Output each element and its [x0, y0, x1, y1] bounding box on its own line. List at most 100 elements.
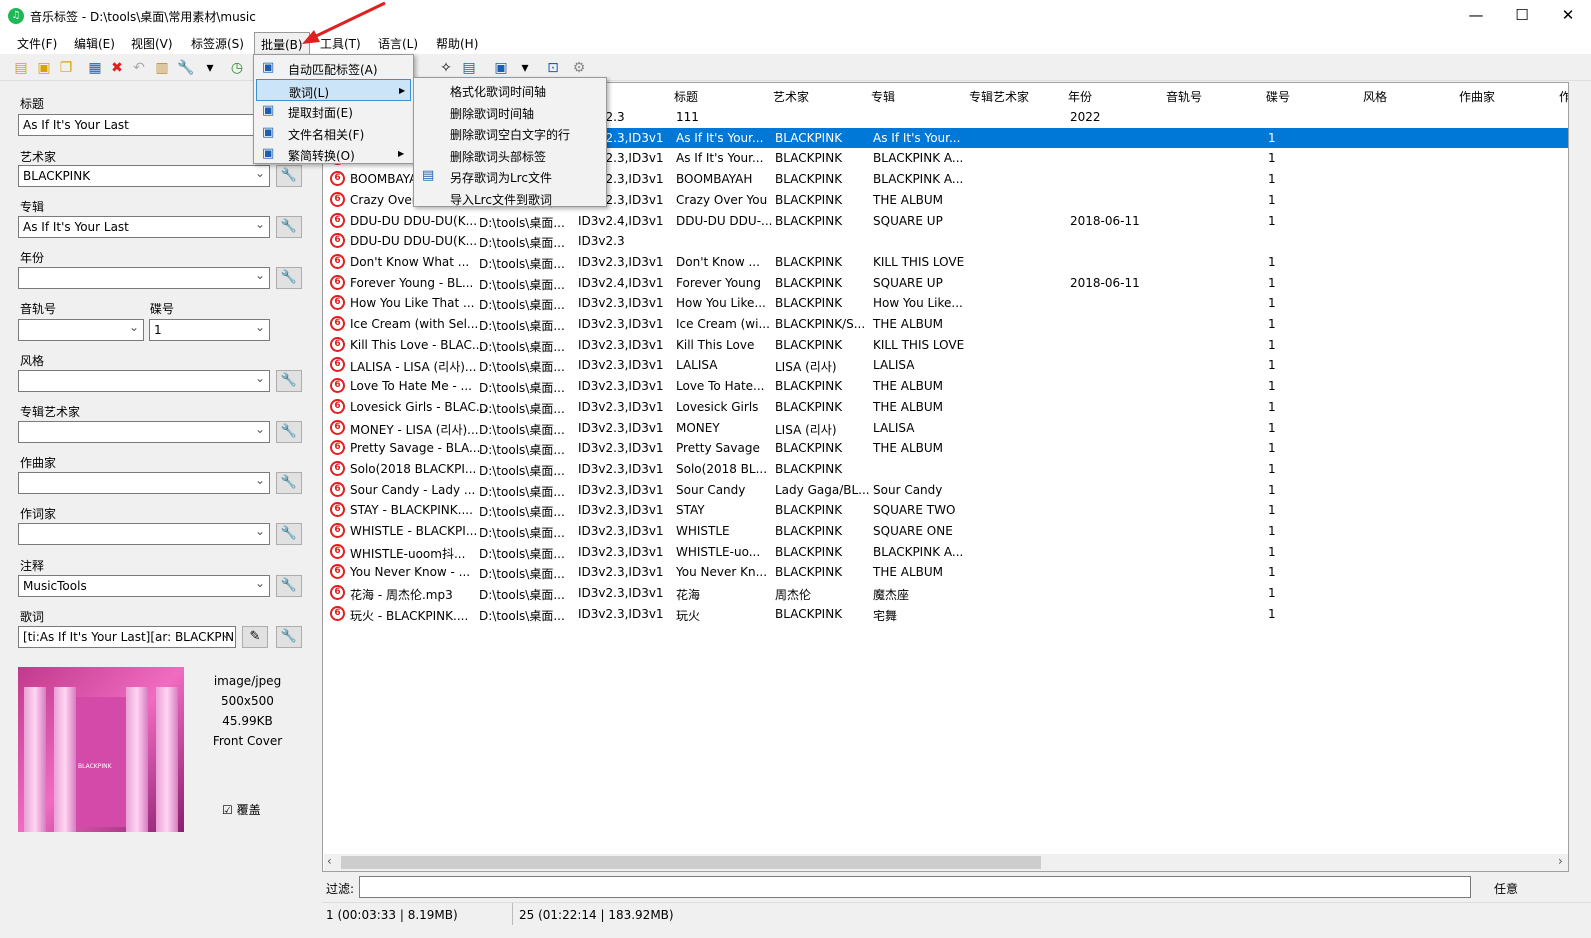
lyrics-submenu-item[interactable]: 删除歌词时间轴: [416, 101, 604, 123]
column-header[interactable]: 风格: [1363, 88, 1387, 105]
table-row[interactable]: 6 Solo(2018 BLACKPI... D:\tools\桌面... ID3v2…: [323, 459, 1568, 479]
table-row[interactable]: 6 MONEY - LISA (리사)... D:\tools\桌面... ID3v2…: [323, 418, 1568, 438]
column-header[interactable]: 碟号: [1266, 88, 1290, 105]
table-row[interactable]: 6 LALISA - LISA (리사)... D:\tools\桌面... ID3v…: [323, 355, 1568, 375]
table-row[interactable]: 6 花海 - 周杰伦.mp3 D:\tools\桌面... ID3v2.3,ID3v1…: [323, 583, 1568, 603]
folders-icon[interactable]: ❐: [57, 59, 75, 77]
column-header[interactable]: 专辑艺术家: [969, 88, 1029, 105]
table-row[interactable]: 6 Don't Know What ... D:\tools\桌面... ID3v2.…: [323, 252, 1568, 272]
lyricist-select[interactable]: [18, 523, 270, 545]
convert-icon[interactable]: ▾: [201, 59, 219, 77]
table-row[interactable]: 6 Ice Cream (with Sel... D:\tools\桌面... ID3…: [323, 314, 1568, 334]
delete-icon[interactable]: ✖: [108, 59, 126, 77]
minimize-button[interactable]: —: [1453, 0, 1499, 32]
scroll-right-icon[interactable]: ›: [1558, 854, 1563, 868]
artist-select[interactable]: BLACKPINK: [18, 165, 270, 187]
table-row[interactable]: 6 Lovesick Girls - BLAC... D:\tools\桌面... I…: [323, 397, 1568, 417]
track-select[interactable]: [18, 319, 144, 341]
scroll-left-icon[interactable]: ‹: [327, 854, 332, 868]
artist-wrench-button[interactable]: 🔧: [276, 165, 302, 187]
column-header[interactable]: 标题: [674, 88, 698, 105]
batch-menu-item[interactable]: ▣ 自动匹配标签(A): [256, 57, 411, 79]
table-row[interactable]: 6 Forever Young - BL... D:\tools\桌面... ID3v…: [323, 273, 1568, 293]
table-row[interactable]: 6 Sour Candy - Lady ... D:\tools\桌面... ID3v…: [323, 480, 1568, 500]
overwrite-checkbox[interactable]: ☑ 覆盖: [222, 801, 261, 818]
magic-wand-icon[interactable]: ✧: [437, 59, 455, 77]
rename-icon[interactable]: ⊡: [544, 59, 562, 77]
wrench-icon[interactable]: 🔧: [177, 59, 195, 77]
table-row[interactable]: 6 WHISTLE-uoom抖... D:\tools\桌面... ID3v2.3,I…: [323, 542, 1568, 562]
lyrics-submenu-item[interactable]: 删除歌词空白文字的行: [416, 122, 604, 144]
column-header[interactable]: 年份: [1068, 88, 1092, 105]
lyrics-submenu-item[interactable]: 导入Lrc文件到歌词: [416, 187, 604, 209]
table-cell: 1: [1268, 213, 1276, 228]
undo-icon[interactable]: ↶: [130, 59, 148, 77]
table-row[interactable]: 6 You Never Know - ... D:\tools\桌面... ID3v2…: [323, 562, 1568, 582]
lyrics-wrench-button[interactable]: 🔧: [276, 626, 302, 648]
album-select[interactable]: As If It's Your Last: [18, 216, 270, 238]
lyrics-select[interactable]: [ti:As If It's Your Last][ar: BLACKPINK]: [18, 626, 236, 648]
lyrics-submenu-item[interactable]: 格式化歌词时间轴: [416, 79, 604, 101]
menu-file[interactable]: 文件(F): [17, 35, 57, 52]
music-file-icon: 6: [330, 233, 345, 249]
export-icon[interactable]: ▤: [460, 59, 478, 77]
image-icon[interactable]: ▣: [492, 59, 510, 77]
genre-wrench-button[interactable]: 🔧: [276, 370, 302, 392]
convert2-icon[interactable]: ▾: [516, 59, 534, 77]
settings-icon[interactable]: ⚙: [570, 59, 588, 77]
table-cell: THE ALBUM: [873, 441, 944, 456]
title-input[interactable]: As If It's Your Last: [18, 114, 270, 136]
open-folder-icon[interactable]: ▤: [12, 59, 30, 77]
album-artist-wrench-button[interactable]: 🔧: [276, 421, 302, 443]
close-button[interactable]: ✕: [1545, 0, 1591, 32]
scrollbar-thumb[interactable]: [341, 856, 1041, 869]
batch-menu-item[interactable]: ▣ 文件名相关(F): [256, 122, 411, 144]
genre-select[interactable]: [18, 370, 270, 392]
batch-menu-item[interactable]: ▣ 提取封面(E): [256, 100, 411, 122]
composer-wrench-button[interactable]: 🔧: [276, 472, 302, 494]
table-cell: As If It's Your...: [676, 130, 764, 145]
year-wrench-button[interactable]: 🔧: [276, 267, 302, 289]
lyrics-submenu-item[interactable]: 删除歌词头部标签: [416, 144, 604, 166]
lyrics-submenu-item[interactable]: ▤ 另存歌词为Lrc文件: [416, 165, 604, 187]
comment-select[interactable]: MusicTools: [18, 575, 270, 597]
table-row[interactable]: 6 DDU-DU DDU-DU(K... D:\tools\桌面... ID3v2.4…: [323, 211, 1568, 231]
year-select[interactable]: [18, 267, 270, 289]
column-header[interactable]: 作曲家: [1459, 88, 1495, 105]
cover-image[interactable]: BLACKPINK: [18, 667, 184, 832]
table-cell: D:\tools\桌面...: [479, 319, 565, 333]
composer-select[interactable]: [18, 472, 270, 494]
clock-icon[interactable]: ◷: [228, 59, 246, 77]
horizontal-scrollbar[interactable]: ‹ ›: [324, 854, 1568, 871]
column-header[interactable]: 艺术家: [773, 88, 809, 105]
table-row[interactable]: 6 Kill This Love - BLAC... D:\tools\桌面... I…: [323, 335, 1568, 355]
comment-wrench-button[interactable]: 🔧: [276, 575, 302, 597]
table-row[interactable]: 6 STAY - BLACKPINK.... D:\tools\桌面... ID3v2…: [323, 500, 1568, 520]
table-row[interactable]: 6 Love To Hate Me - ... D:\tools\桌面... ID3v…: [323, 376, 1568, 396]
filter-mode-select[interactable]: 任意: [1494, 880, 1518, 897]
column-header[interactable]: 作: [1559, 88, 1568, 105]
album-artist-select[interactable]: [18, 421, 270, 443]
column-header[interactable]: 音轨号: [1166, 88, 1202, 105]
filter-input[interactable]: [359, 876, 1471, 898]
menu-tag-source[interactable]: 标签源(S): [191, 35, 244, 52]
save-icon[interactable]: ▦: [86, 59, 104, 77]
maximize-button[interactable]: ☐: [1499, 0, 1545, 32]
table-row[interactable]: 6 How You Like That ... D:\tools\桌面... ID3v…: [323, 293, 1568, 313]
lyricist-wrench-button[interactable]: 🔧: [276, 523, 302, 545]
album-wrench-button[interactable]: 🔧: [276, 216, 302, 238]
table-row[interactable]: 6 Pretty Savage - BLA... D:\tools\桌面... ID3…: [323, 438, 1568, 458]
batch-menu-item[interactable]: 歌词(L) ▶: [256, 78, 411, 101]
table-row[interactable]: 6 玩火 - BLACKPINK.... D:\tools\桌面... ID3v2.3…: [323, 604, 1568, 624]
column-header[interactable]: 专辑: [871, 88, 895, 105]
table-row[interactable]: 6 DDU-DU DDU-DU(K... D:\tools\桌面... ID3v2.3: [323, 231, 1568, 251]
menu-view[interactable]: 视图(V): [131, 35, 173, 52]
menu-help[interactable]: 帮助(H): [436, 35, 478, 52]
book-icon[interactable]: ▥: [153, 59, 171, 77]
add-folder-icon[interactable]: ▣: [35, 59, 53, 77]
table-row[interactable]: 6 WHISTLE - BLACKPI... D:\tools\桌面... ID3v2…: [323, 521, 1568, 541]
batch-menu-item[interactable]: ▣ 繁简转换(O) ▶: [256, 143, 411, 165]
disc-select[interactable]: 1: [149, 319, 270, 341]
menu-edit[interactable]: 编辑(E): [74, 35, 115, 52]
lyrics-edit-button[interactable]: ✎: [242, 626, 268, 648]
